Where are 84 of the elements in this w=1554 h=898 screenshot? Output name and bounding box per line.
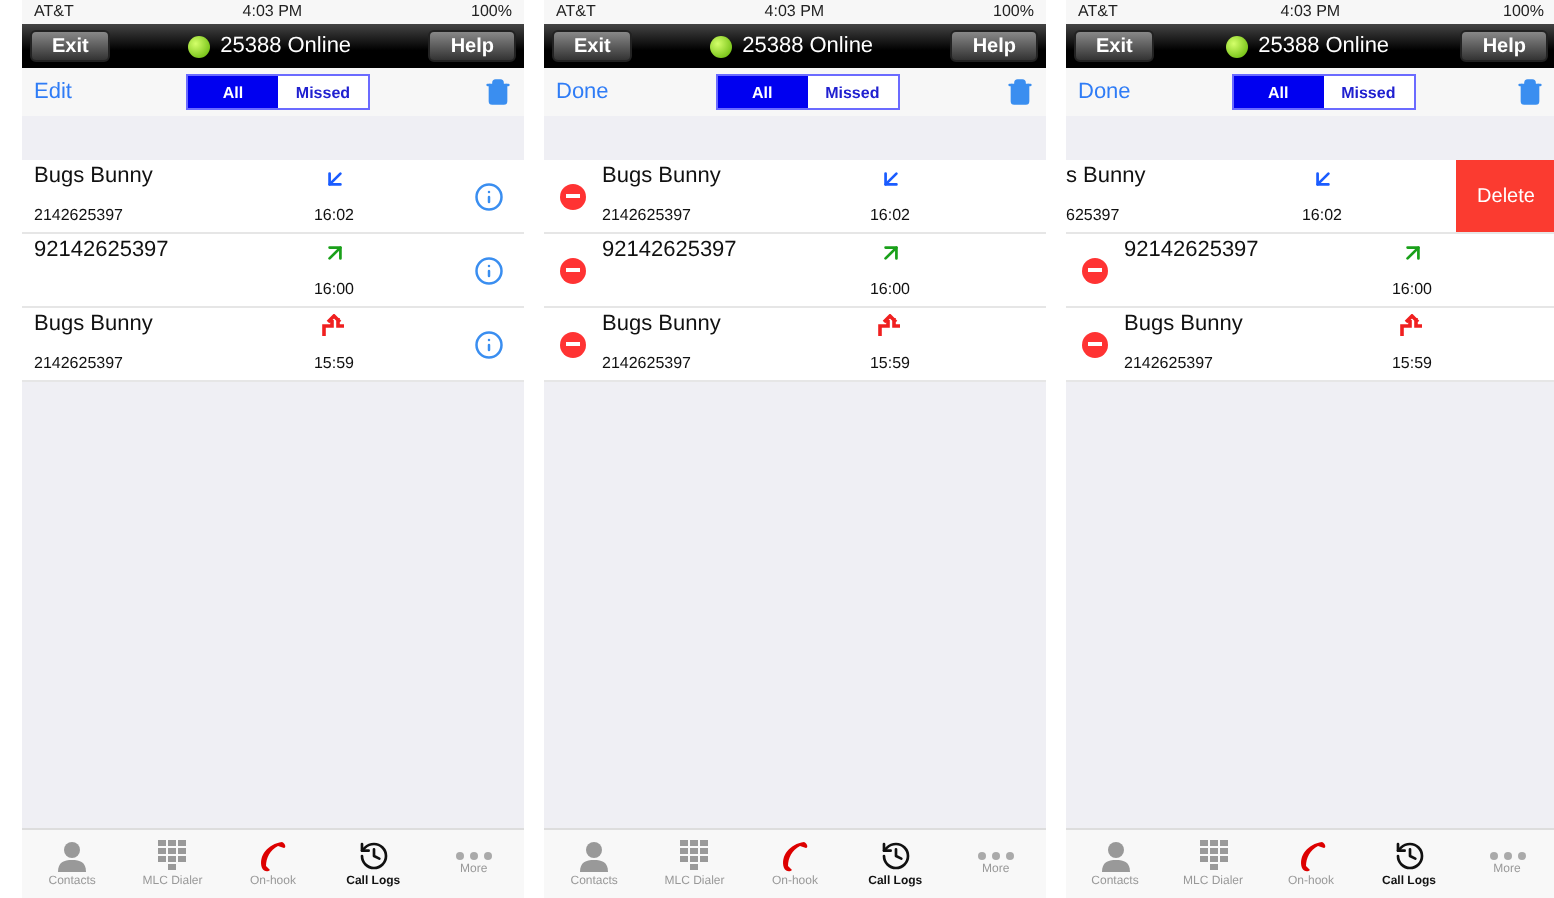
phone-number: 2142625397	[34, 206, 125, 224]
done-button[interactable]: Done	[556, 80, 609, 104]
delete-toggle-icon[interactable]	[560, 183, 586, 209]
info-icon[interactable]	[474, 181, 504, 211]
bent-arrow-icon	[1400, 314, 1424, 338]
help-button[interactable]: Help	[428, 30, 516, 62]
person-icon	[578, 840, 611, 872]
phone-icon	[256, 840, 289, 872]
call-time: 16:02	[313, 206, 355, 224]
phone-icon	[778, 840, 811, 872]
call-time: 16:00	[313, 280, 355, 298]
filter-tab[interactable]: Missed	[277, 76, 368, 108]
battery-label: 100%	[471, 4, 512, 20]
person-icon	[56, 840, 89, 872]
call-time: 16:00	[1391, 280, 1433, 298]
delete-button[interactable]: Delete	[1456, 160, 1554, 232]
filter-tab[interactable]: All	[717, 76, 808, 108]
contact-name: 92142625397	[1124, 238, 1261, 262]
filter-tab[interactable]: All	[1233, 76, 1324, 108]
clock-label: 4:03 PM	[764, 4, 825, 20]
call-time: 15:59	[313, 354, 355, 372]
filter-tab[interactable]: Missed	[807, 76, 898, 108]
phone-number: 2142625397	[602, 206, 693, 224]
contact-name: Bugs Bunny	[1124, 312, 1245, 336]
online-status-icon	[1226, 35, 1249, 57]
contact-name: s Bunny	[1066, 164, 1148, 188]
contact-name: 92142625397	[34, 238, 171, 262]
bent-arrow-icon	[878, 314, 902, 338]
phone-number: 2142625397	[34, 354, 125, 372]
contact-name: Bugs Bunny	[34, 312, 155, 336]
carrier-label: AT&T	[34, 4, 74, 20]
delete-toggle-icon[interactable]	[1082, 257, 1108, 283]
phone-icon	[1295, 840, 1327, 872]
exit-button[interactable]: Exit	[1074, 30, 1155, 62]
info-icon[interactable]	[474, 255, 504, 285]
online-status-icon	[188, 35, 211, 57]
filter-tab[interactable]: Missed	[1323, 76, 1414, 108]
trash-icon[interactable]	[484, 78, 512, 106]
battery-label: 100%	[1503, 4, 1544, 20]
contact-name: Bugs Bunny	[602, 312, 723, 336]
delete-toggle-icon[interactable]	[1082, 331, 1108, 357]
more-icon	[455, 852, 492, 860]
edit-button[interactable]: Edit	[34, 80, 72, 104]
battery-label: 100%	[993, 4, 1034, 20]
help-button[interactable]: Help	[1460, 30, 1548, 62]
more-icon	[977, 852, 1014, 860]
carrier-label: AT&T	[1078, 4, 1118, 20]
help-button[interactable]: Help	[950, 30, 1038, 62]
call-time: 16:00	[869, 280, 911, 298]
bent-arrow-icon	[322, 314, 346, 338]
person-icon	[1099, 840, 1131, 872]
contact-name: 92142625397	[602, 238, 739, 262]
more-icon	[1489, 852, 1525, 860]
keypad-icon	[158, 840, 187, 872]
call-time: 15:59	[869, 354, 911, 372]
contact-name: Bugs Bunny	[34, 164, 155, 188]
call-time: 16:02	[1301, 206, 1343, 224]
trash-icon[interactable]	[1005, 78, 1034, 106]
filter-tab[interactable]: All	[187, 76, 278, 108]
phone-number: 2142625397	[1124, 354, 1215, 372]
clock-label: 4:03 PM	[242, 4, 303, 20]
call-time: 16:02	[869, 206, 911, 224]
clock-icon	[879, 840, 912, 872]
info-icon[interactable]	[474, 329, 504, 359]
keypad-icon	[1199, 840, 1227, 872]
keypad-icon	[680, 840, 709, 872]
online-status: 25388 Online	[742, 34, 874, 58]
phone-number: 625397	[1066, 206, 1122, 224]
contact-name: Bugs Bunny	[602, 164, 723, 188]
trash-icon[interactable]	[1515, 78, 1544, 106]
online-status: 25388 Online	[220, 34, 352, 58]
call-time: 15:59	[1391, 354, 1433, 372]
delete-toggle-icon[interactable]	[560, 331, 586, 357]
clock-label: 4:03 PM	[1280, 4, 1341, 20]
delete-toggle-icon[interactable]	[560, 257, 586, 283]
exit-button[interactable]: Exit	[30, 30, 111, 62]
online-status-icon	[710, 35, 733, 57]
phone-number: 2142625397	[602, 354, 693, 372]
clock-icon	[357, 840, 390, 872]
online-status: 25388 Online	[1258, 34, 1390, 58]
exit-button[interactable]: Exit	[552, 30, 633, 62]
carrier-label: AT&T	[556, 4, 596, 20]
clock-icon	[1393, 840, 1425, 872]
done-button[interactable]: Done	[1078, 80, 1131, 104]
